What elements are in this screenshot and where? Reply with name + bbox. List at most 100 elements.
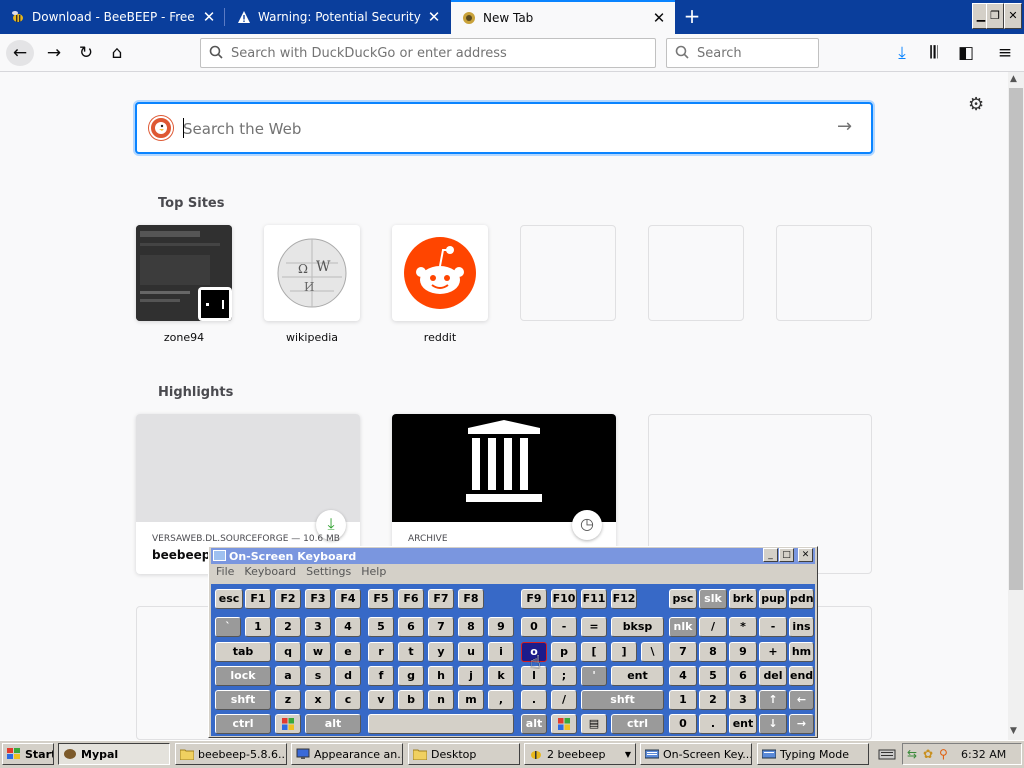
key-num-3[interactable]: 3 [729,690,757,710]
key-f8[interactable]: F8 [458,589,484,609]
forward-arrow-icon[interactable]: → [40,40,68,66]
tab-beebeep-download[interactable]: Download - BeeBEEP - Free Office ✕ [0,0,225,34]
start-button[interactable]: Start [2,743,54,765]
key-f5[interactable]: F5 [368,589,394,609]
key-f9[interactable]: F9 [521,589,547,609]
key-n[interactable]: n [428,690,454,710]
taskbar-item-beebeep-folder[interactable]: beebeep-5.8.6... [175,743,287,765]
key-menu-icon[interactable]: ▤ [581,714,607,734]
key-e[interactable]: e [335,642,361,662]
key-left-arrow-icon[interactable]: ← [789,690,814,710]
key-space[interactable] [368,714,514,734]
osk-menu-keyboard[interactable]: Keyboard [244,565,296,583]
key-alt-left[interactable]: alt [305,714,361,734]
key-num-0[interactable]: 0 [669,714,697,734]
reload-icon[interactable]: ↻ [72,40,100,66]
key-5[interactable]: 5 [368,617,394,637]
key-ent[interactable]: ent [611,666,664,686]
key-f7[interactable]: F7 [428,589,454,609]
key-7[interactable]: 7 [428,617,454,637]
back-arrow-icon[interactable]: ← [6,40,34,66]
key-b[interactable]: b [398,690,424,710]
key-a[interactable]: a [275,666,301,686]
key-equals[interactable]: = [581,617,607,637]
search-icon[interactable]: ⚲ [939,747,955,761]
url-bar[interactable]: Search with DuckDuckGo or enter address [200,38,656,68]
key-ctrl-right[interactable]: ctrl [611,714,664,734]
key-num-multiply[interactable]: * [729,617,757,637]
tab-new-tab[interactable]: New Tab ✕ [451,0,675,34]
key-backtick[interactable]: ` [215,617,241,637]
key-esc[interactable]: esc [215,589,243,609]
sidebar-icon[interactable]: ◧ [952,40,980,66]
key-s[interactable]: s [305,666,331,686]
key-slk[interactable]: slk [699,589,727,609]
close-icon[interactable]: ✕ [424,8,444,26]
key-q[interactable]: q [275,642,301,662]
key-z[interactable]: z [275,690,301,710]
key-h[interactable]: h [428,666,454,686]
home-icon[interactable]: ⌂ [103,40,131,66]
key-3[interactable]: 3 [305,617,331,637]
key-num-2[interactable]: 2 [699,690,727,710]
key-period[interactable]: . [521,690,547,710]
key-i[interactable]: i [488,642,514,662]
key-p[interactable]: p [551,642,577,662]
key-semicolon[interactable]: ; [551,666,577,686]
key-quote[interactable]: ' [581,666,607,686]
key-open-bracket[interactable]: [ [581,642,607,662]
top-site-zone94[interactable] [136,225,232,321]
key-psc[interactable]: psc [669,589,697,609]
key-w[interactable]: w [305,642,331,662]
key-f11[interactable]: F11 [581,589,607,609]
key-brk[interactable]: brk [729,589,757,609]
key-comma[interactable]: , [488,690,514,710]
key-9[interactable]: 9 [488,617,514,637]
key-ctrl-left[interactable]: ctrl [215,714,271,734]
library-icon[interactable]: 𝄃𝄃 [920,40,948,66]
key-6[interactable]: 6 [398,617,424,637]
osk-menu-file[interactable]: File [216,565,234,583]
key-8[interactable]: 8 [458,617,484,637]
key-v[interactable]: v [368,690,394,710]
search-bar[interactable]: Search [666,38,819,68]
close-icon[interactable]: ✕ [199,8,219,26]
scroll-up-arrow-icon[interactable]: ▲ [1010,74,1017,84]
osk-close-button[interactable]: ✕ [798,548,813,562]
key-f12[interactable]: F12 [611,589,637,609]
osk-title-bar[interactable]: On-Screen Keyboard [211,548,815,564]
key-right-arrow-icon[interactable]: → [789,714,814,734]
keyboard-tray-icon[interactable] [878,747,896,761]
key-tab[interactable]: tab [215,642,271,662]
osk-minimize-button[interactable]: _ [763,548,778,562]
key-t[interactable]: t [398,642,424,662]
key-alt-right[interactable]: alt [521,714,547,734]
osk-maximize-button[interactable]: □ [779,548,794,562]
restore-window-button[interactable]: ❐ [986,3,1004,29]
tab-security-warning[interactable]: Warning: Potential Security Risk A ✕ [226,0,450,34]
top-site-reddit[interactable] [392,225,488,321]
taskbar-item-mypal[interactable]: Mypal [58,743,170,765]
key-c[interactable]: c [335,690,361,710]
taskbar-item-appearance[interactable]: Appearance an... [291,743,403,765]
key-windows-logo-icon[interactable] [275,714,301,734]
taskbar-item-on-screen-keyboard[interactable]: On-Screen Key... [640,743,752,765]
key-backslash[interactable]: \ [641,642,664,662]
key-lock[interactable]: lock [215,666,271,686]
key-up-arrow-icon[interactable]: ↑ [759,690,787,710]
key-f10[interactable]: F10 [551,589,577,609]
key-f[interactable]: f [368,666,394,686]
key-num-divide[interactable]: / [699,617,727,637]
top-site-wikipedia[interactable]: ΩWИ [264,225,360,321]
search-submit-arrow-icon[interactable]: → [837,116,852,137]
key-nlk[interactable]: nlk [669,617,697,637]
osk-menu-help[interactable]: Help [361,565,386,583]
key-minus[interactable]: - [551,617,577,637]
scrollbar-thumb[interactable] [1009,88,1023,590]
key-pdn[interactable]: pdn [789,589,814,609]
key-end[interactable]: end [789,666,814,686]
key-shift-right[interactable]: shft [581,690,664,710]
close-window-button[interactable]: ✕ [1004,3,1022,29]
key-del[interactable]: del [759,666,787,686]
taskbar-item-beebeep-group[interactable]: 2 beebeep ▼ [524,743,636,765]
